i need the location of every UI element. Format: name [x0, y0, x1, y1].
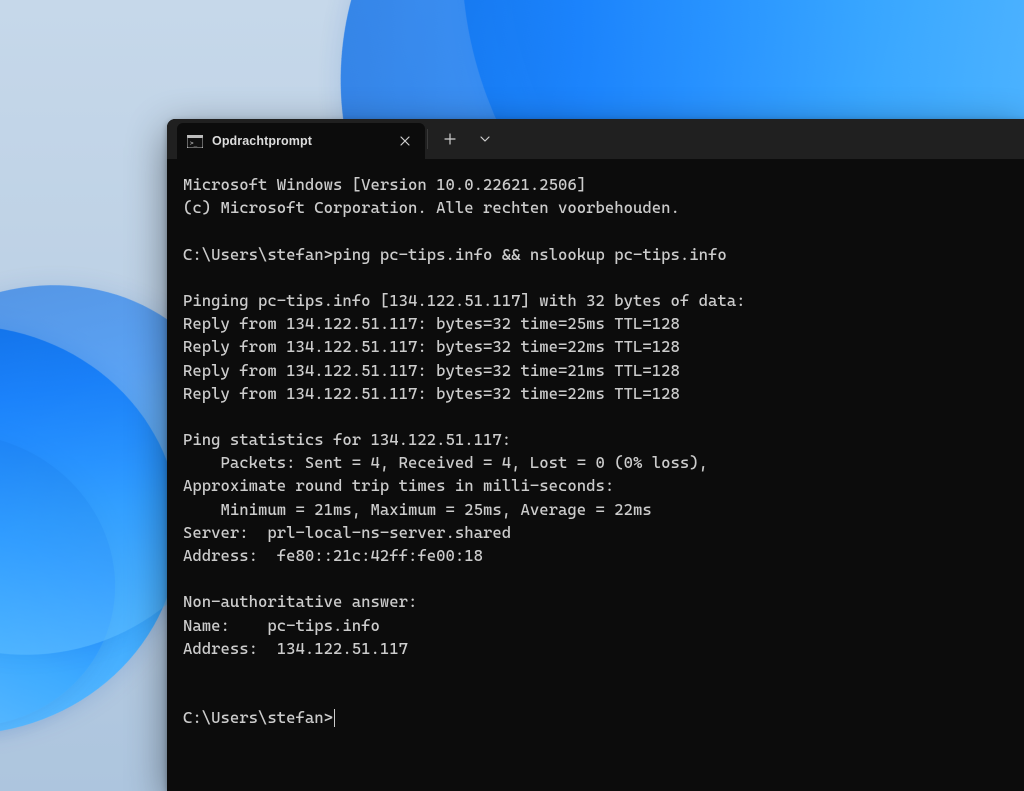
terminal-output[interactable]: Microsoft Windows [Version 10.0.22621.25…: [167, 159, 1024, 791]
tab-title: Opdrachtprompt: [212, 134, 384, 148]
text-cursor: [334, 709, 335, 727]
tab-active[interactable]: >_ Opdrachtprompt: [177, 123, 425, 159]
close-icon: [400, 136, 410, 146]
plus-icon: [444, 133, 456, 145]
terminal-window: >_ Opdrachtprompt Microsoft Windows [Ver…: [167, 119, 1024, 791]
tab-divider: [427, 129, 428, 149]
tab-dropdown-button[interactable]: [470, 119, 500, 159]
new-tab-button[interactable]: [430, 119, 470, 159]
chevron-down-icon: [480, 136, 490, 142]
tab-close-button[interactable]: [393, 129, 417, 153]
cmd-icon: >_: [187, 135, 203, 148]
prompt: C:\Users\stefan>: [183, 708, 333, 727]
titlebar[interactable]: >_ Opdrachtprompt: [167, 119, 1024, 159]
svg-text:>_: >_: [190, 140, 198, 147]
